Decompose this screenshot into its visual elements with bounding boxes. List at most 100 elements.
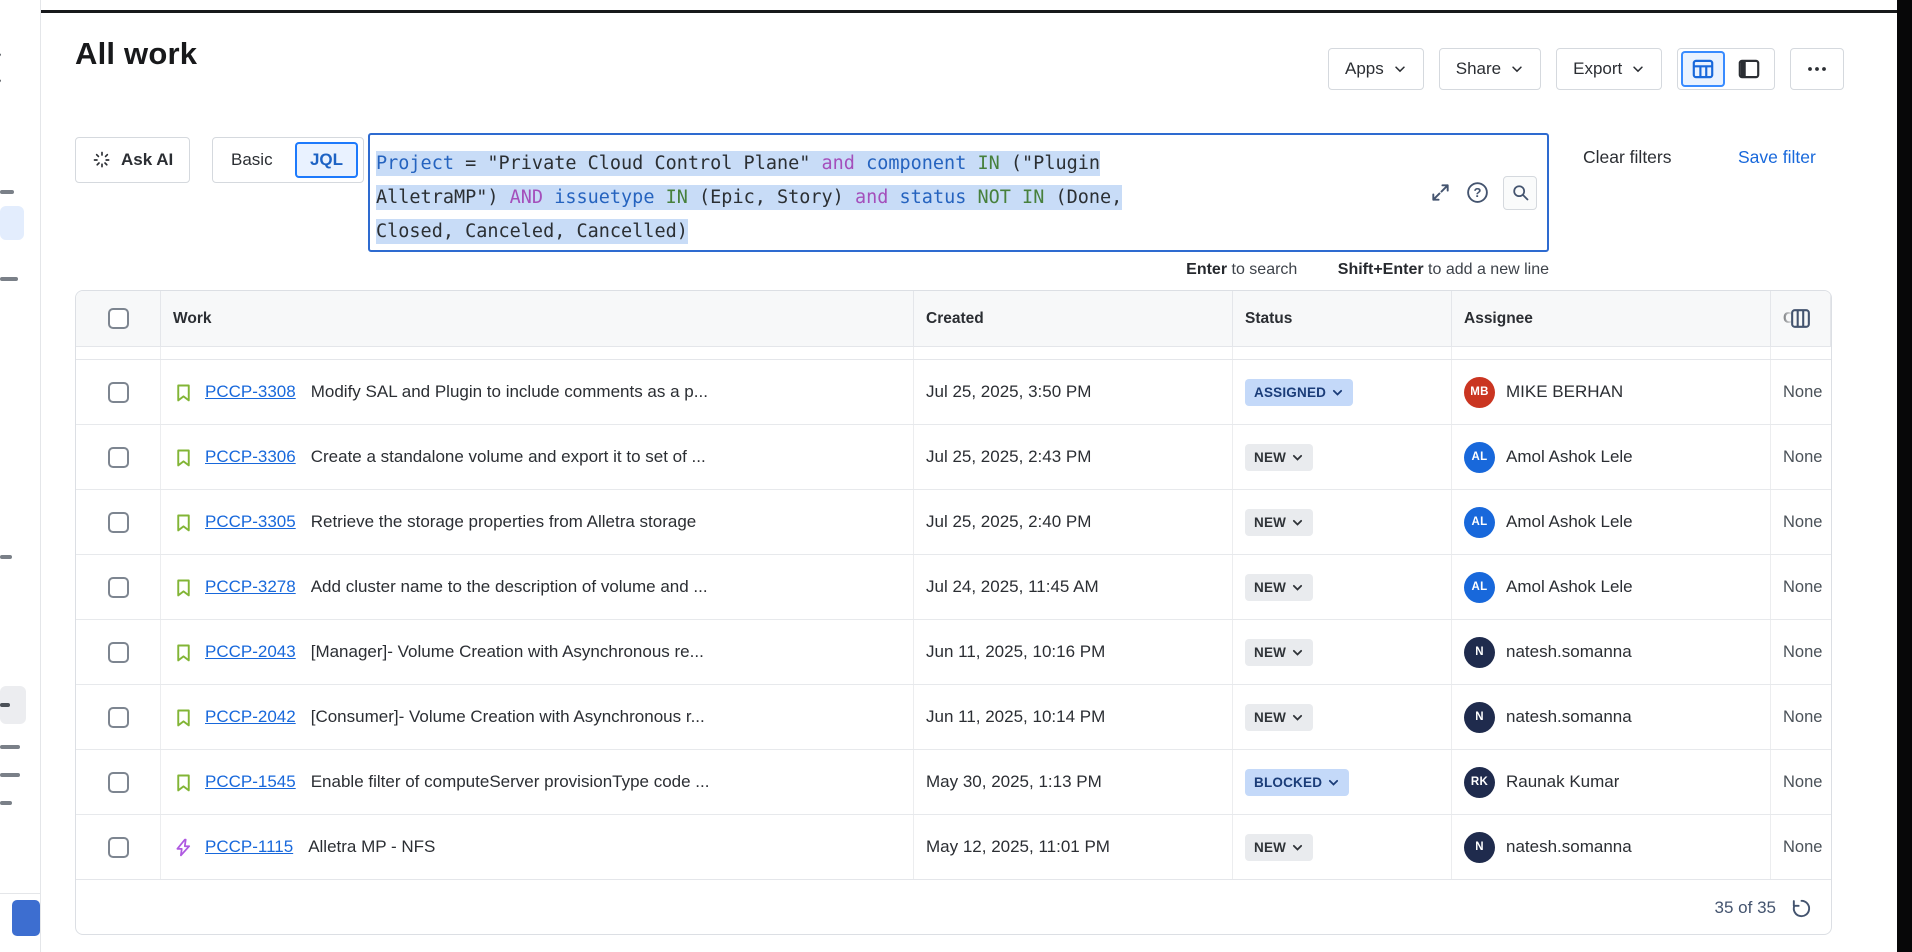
save-filter-button[interactable]: Save filter — [1738, 147, 1816, 168]
created-cell: Jul 24, 2025, 11:45 AM — [914, 555, 1233, 619]
jql-token-field: issuetype — [554, 187, 654, 208]
ask-ai-label: Ask AI — [121, 150, 173, 170]
row-checkbox[interactable] — [108, 707, 129, 728]
issue-key-link[interactable]: PCCP-2043 — [205, 642, 296, 662]
work-cell: PCCP-2042[Consumer]- Volume Creation wit… — [161, 685, 914, 749]
jql-token-operator: NOT IN — [978, 187, 1045, 208]
expand-editor-button[interactable] — [1429, 181, 1452, 204]
column-header-created[interactable]: Created — [914, 291, 1233, 346]
table-row[interactable]: PCCP-2043 [Manager]- Volume Creation with… — [76, 620, 1831, 685]
columns-icon — [1788, 306, 1813, 331]
issue-key-link[interactable]: PCCP-3305 — [205, 512, 296, 532]
jql-editor[interactable]: Project = "Private Cloud Control Plane" … — [368, 133, 1549, 252]
avatar: AL — [1464, 442, 1495, 473]
split-view-button[interactable] — [1727, 51, 1771, 87]
issue-key-link[interactable]: PCCP-3278 — [205, 577, 296, 597]
issue-key-link[interactable]: PCCP-2042 — [205, 707, 296, 727]
jql-editor-icons: ? — [1429, 176, 1537, 210]
issue-key-link[interactable]: PCCP-1115 — [205, 837, 293, 857]
comments-cell: None — [1771, 620, 1831, 684]
status-badge[interactable]: NEW — [1245, 574, 1313, 601]
status-badge[interactable]: BLOCKED — [1245, 769, 1349, 796]
more-actions-button[interactable] — [1790, 48, 1844, 90]
assignee-name: natesh.somanna — [1506, 837, 1632, 857]
table-row[interactable]: PCCP-1545Enable filter of computeServer … — [76, 750, 1831, 815]
share-button[interactable]: Share — [1439, 48, 1541, 90]
jql-token-operator: IN — [977, 153, 999, 174]
row-checkbox[interactable] — [108, 642, 129, 663]
chevron-down-icon — [1291, 581, 1304, 594]
work-items-table: Work Created Status Assignee C PCCP-3308… — [75, 290, 1832, 935]
table-body: PCCP-3308Modify SAL and Plugin to includ… — [76, 360, 1831, 880]
ask-ai-button[interactable]: Ask AI — [75, 137, 190, 183]
row-checkbox[interactable] — [108, 382, 129, 403]
sidebar-selected-item[interactable] — [0, 206, 24, 240]
column-header-status[interactable]: Status — [1233, 291, 1452, 346]
status-cell: BLOCKED — [1233, 750, 1452, 814]
table-row[interactable]: PCCP-3306Create a standalone volume and … — [76, 425, 1831, 490]
comments-cell: None — [1771, 425, 1831, 489]
status-badge[interactable]: NEW — [1245, 639, 1313, 666]
select-all-checkbox[interactable] — [108, 308, 129, 329]
story-icon — [173, 447, 194, 468]
sidebar-item-fragment — [0, 190, 14, 194]
row-select-cell — [76, 815, 161, 879]
chevron-down-icon — [1291, 711, 1304, 724]
status-badge[interactable]: NEW — [1245, 509, 1313, 536]
jql-token-plain — [966, 187, 977, 208]
configure-columns-button[interactable] — [1777, 298, 1823, 340]
chevron-right-icon[interactable]: › — [0, 70, 2, 90]
row-select-cell — [76, 555, 161, 619]
refresh-button[interactable] — [1790, 897, 1813, 920]
issue-key-link[interactable]: PCCP-3308 — [205, 382, 296, 402]
chevron-down-icon — [1291, 841, 1304, 854]
table-view-icon — [1690, 56, 1716, 82]
status-cell: NEW — [1233, 425, 1452, 489]
jql-mode-button[interactable]: JQL — [295, 142, 358, 178]
status-badge[interactable]: NEW — [1245, 834, 1313, 861]
jql-line: Project = "Private Cloud Control Plane" … — [376, 147, 1397, 181]
status-badge[interactable]: NEW — [1245, 444, 1313, 471]
jql-token-field: Project — [376, 153, 454, 174]
table-row[interactable]: PCCP-3305Retrieve the storage properties… — [76, 490, 1831, 555]
status-badge[interactable]: NEW — [1245, 704, 1313, 731]
issue-summary: Alletra MP - NFS — [308, 837, 435, 857]
row-select-cell — [76, 685, 161, 749]
apps-button[interactable]: Apps — [1328, 48, 1424, 90]
row-checkbox[interactable] — [108, 577, 129, 598]
issue-key-link[interactable]: PCCP-3306 — [205, 447, 296, 467]
column-header-assignee[interactable]: Assignee — [1452, 291, 1771, 346]
status-cell: NEW — [1233, 685, 1452, 749]
table-row[interactable]: PCCP-3278Add cluster name to the descrip… — [76, 555, 1831, 620]
status-badge[interactable]: ASSIGNED — [1245, 379, 1353, 406]
avatar: N — [1464, 702, 1495, 733]
column-header-work[interactable]: Work — [161, 291, 914, 346]
story-icon — [173, 772, 194, 793]
basic-mode-button[interactable]: Basic — [218, 150, 286, 170]
clear-filters-button[interactable]: Clear filters — [1583, 147, 1672, 168]
chevron-down-icon — [1291, 646, 1304, 659]
assignee-name: natesh.somanna — [1506, 642, 1632, 662]
table-row[interactable]: PCCP-2042[Consumer]- Volume Creation wit… — [76, 685, 1831, 750]
issue-summary: [Manager]- Volume Creation with Asynchro… — [311, 642, 704, 662]
row-checkbox[interactable] — [108, 447, 129, 468]
issue-key-link[interactable]: PCCP-1545 — [205, 772, 296, 792]
syntax-help-button[interactable]: ? — [1465, 180, 1490, 205]
window-top-edge — [30, 10, 1898, 13]
story-icon — [173, 642, 194, 663]
table-row[interactable]: PCCP-3308Modify SAL and Plugin to includ… — [76, 360, 1831, 425]
export-button[interactable]: Export — [1556, 48, 1662, 90]
row-checkbox[interactable] — [108, 512, 129, 533]
table-row[interactable]: PCCP-1115Alletra MP - NFSMay 12, 2025, 1… — [76, 815, 1831, 880]
assignee-cell: ALAmol Ashok Lele — [1452, 555, 1771, 619]
chevron-right-icon[interactable]: › — [0, 44, 2, 64]
status-cell: NEW — [1233, 815, 1452, 879]
run-search-button[interactable] — [1503, 176, 1537, 210]
select-all-cell — [76, 291, 161, 346]
row-checkbox[interactable] — [108, 837, 129, 858]
jql-token-plain — [543, 187, 554, 208]
avatar: MB — [1464, 377, 1495, 408]
sidebar-footer-button[interactable] — [12, 900, 40, 936]
table-view-button[interactable] — [1681, 51, 1725, 87]
row-checkbox[interactable] — [108, 772, 129, 793]
